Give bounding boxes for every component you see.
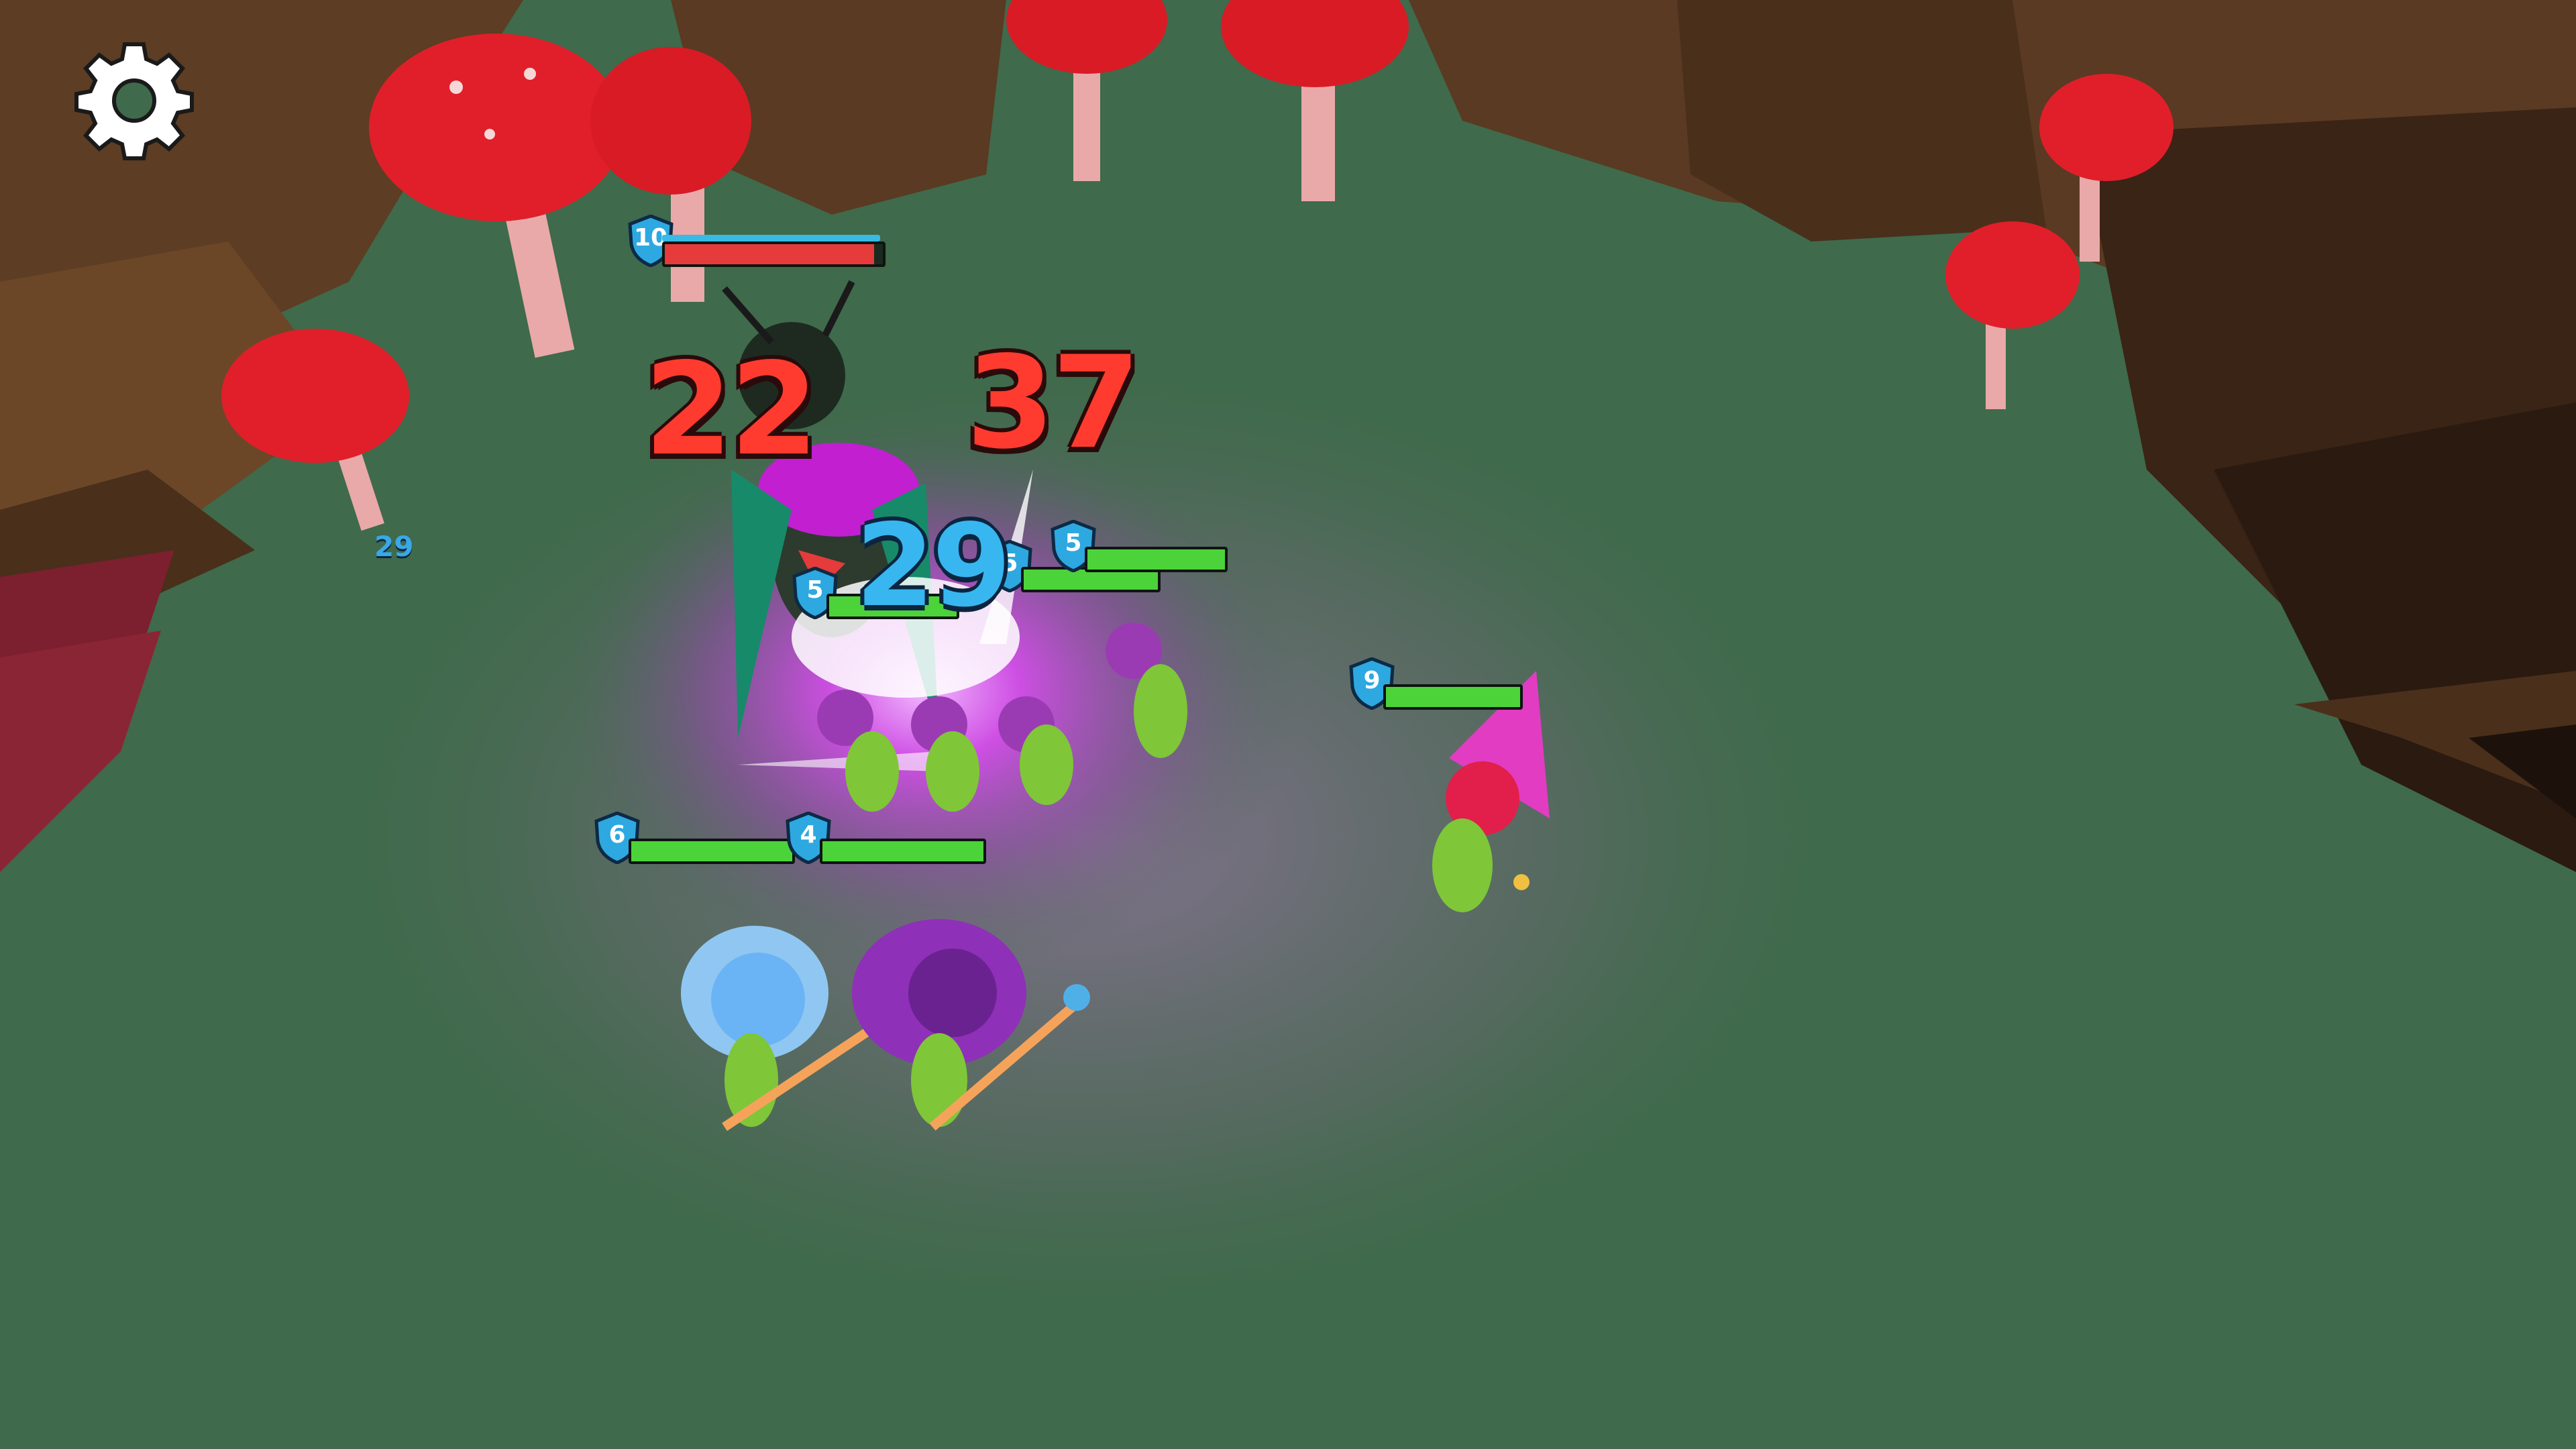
hp-fill bbox=[631, 841, 792, 861]
game-scene bbox=[0, 0, 2576, 1449]
hp-fill bbox=[822, 841, 983, 861]
hp-fill bbox=[1024, 570, 1158, 590]
damage-number: 29 bbox=[855, 500, 1012, 633]
gear-icon bbox=[74, 42, 194, 160]
damage-number: 37 bbox=[966, 329, 1140, 477]
settings-button[interactable] bbox=[67, 34, 201, 168]
damage-number: 22 bbox=[644, 335, 818, 484]
hp-fill bbox=[665, 244, 874, 264]
damage-number: 29 bbox=[374, 530, 414, 563]
hp-fill bbox=[1087, 549, 1225, 570]
hp-fill bbox=[1386, 687, 1520, 707]
